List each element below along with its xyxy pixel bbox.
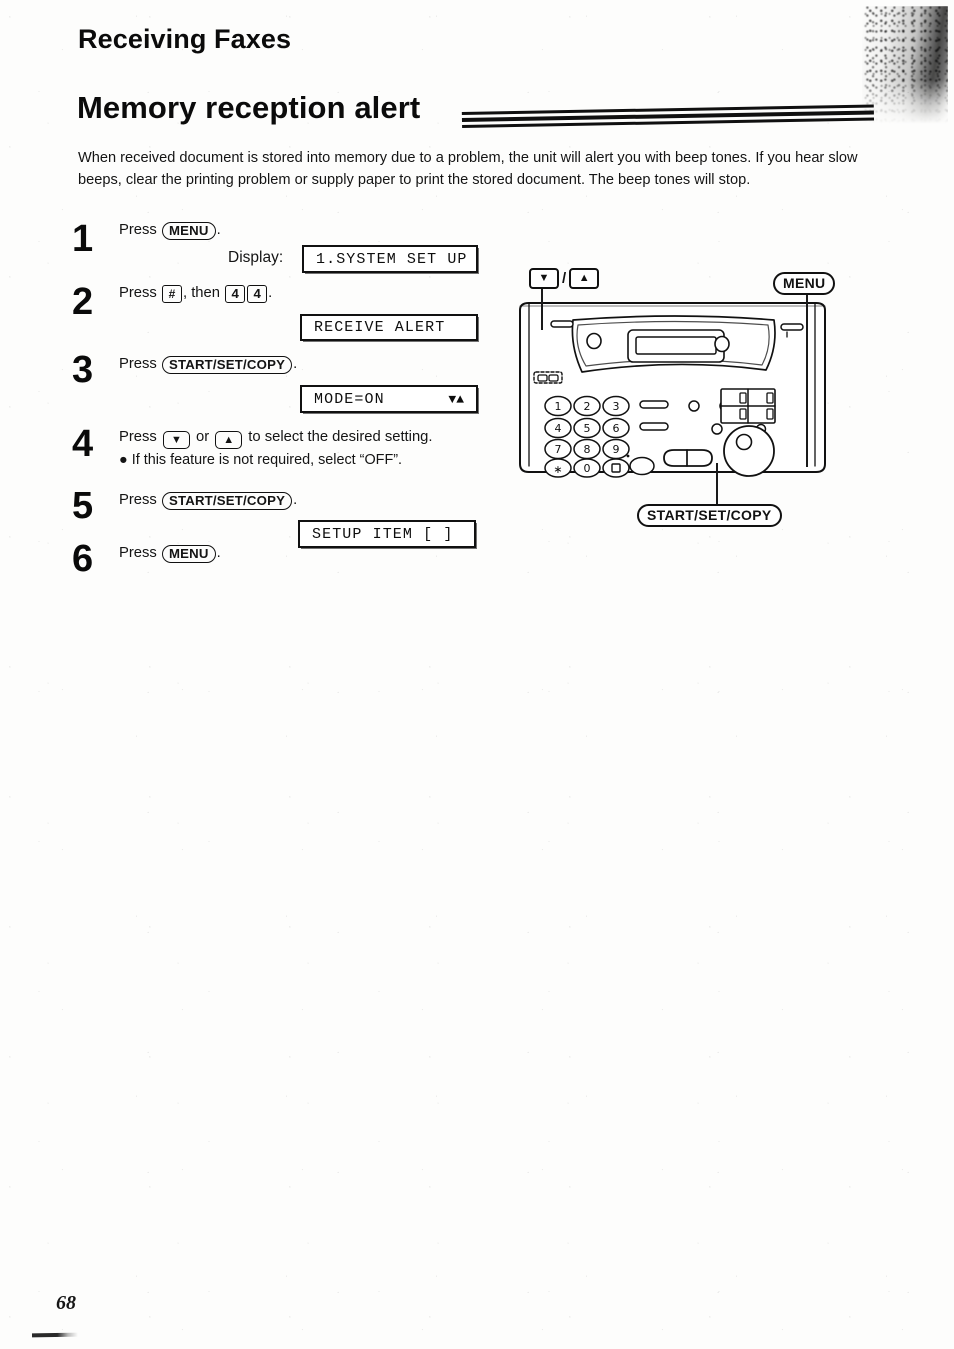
section-heading: Receiving Faxes	[78, 24, 292, 54]
svg-text:6: 6	[613, 422, 620, 435]
step-4-tail: to select the desired setting.	[248, 429, 433, 445]
lcd-display-3: MODE=ON ▼▲	[300, 385, 478, 413]
lcd-display-4-text: SETUP ITEM [ ]	[312, 525, 454, 543]
digit-key-4-first[interactable]: 4	[225, 285, 246, 303]
callout-menu[interactable]: MENU	[773, 272, 836, 295]
leader-line-start	[716, 463, 718, 505]
scan-speckle-texture	[0, 0, 954, 1349]
svg-text:5: 5	[584, 422, 591, 435]
step-number-4: 4	[72, 423, 93, 465]
svg-text:0: 0	[584, 462, 591, 475]
callout-updown-keys: ▼ / ▲	[529, 268, 600, 289]
arrow-down-key[interactable]: ▼	[162, 431, 190, 449]
step-4-press-word: Press	[119, 429, 157, 445]
step-3-press-word: Press	[119, 356, 157, 372]
title-rule	[461, 104, 875, 132]
step-2-then-word: then	[191, 285, 220, 301]
intro-paragraph: When received document is stored into me…	[78, 150, 858, 188]
display-label: Display:	[228, 249, 284, 266]
step-number-6: 6	[72, 538, 93, 580]
step-5-period: .	[293, 492, 298, 508]
step-text-5: Press START/SET/COPY.	[119, 490, 297, 510]
callout-start-set-copy[interactable]: START/SET/COPY	[637, 504, 782, 527]
step-5-press-word: Press	[119, 492, 157, 508]
step-6-period: .	[216, 545, 221, 561]
svg-text:8: 8	[584, 443, 591, 456]
svg-text:7: 7	[555, 443, 562, 456]
step-number-3: 3	[72, 349, 93, 391]
svg-text:3: 3	[613, 400, 620, 413]
bullet-dot-icon: ●	[119, 452, 128, 468]
leader-line-updown	[541, 287, 543, 330]
lcd-display-1-text: 1.SYSTEM SET UP	[316, 250, 468, 268]
svg-text:9: 9	[613, 443, 620, 456]
step-1-press-word: Press	[119, 222, 157, 238]
lcd-display-2: RECEIVE ALERT	[300, 314, 478, 341]
document-page: Receiving Faxes Memory reception alert W…	[0, 0, 954, 1349]
step-text-6: Press MENU.	[119, 543, 221, 563]
step-text-1: Press MENU.	[119, 220, 221, 240]
step-number-2: 2	[72, 281, 93, 323]
lcd-display-3-arrows: ▼▲	[448, 391, 464, 407]
svg-text:∗: ∗	[553, 463, 562, 476]
step-2-press-word: Press	[119, 285, 157, 301]
hash-key[interactable]: #	[161, 285, 182, 303]
step-number-1: 1	[72, 218, 93, 260]
arrow-up-icon[interactable]: ▲	[569, 268, 600, 289]
step-text-4: Press ▼ or ▲ to select the desired setti…	[119, 427, 433, 449]
step-4-or-word: or	[195, 429, 210, 445]
menu-key-1[interactable]: MENU	[161, 222, 216, 240]
leader-line-menu-vertical	[806, 293, 808, 337]
page-number: 68	[56, 1292, 76, 1314]
start-set-copy-key-3[interactable]: START/SET/COPY	[161, 356, 293, 374]
fax-machine-illustration: 1 2 3 4 5 6 7 8 9 ∗ 0	[516, 296, 836, 488]
lcd-display-4: SETUP ITEM [ ]	[298, 520, 476, 548]
step-1-period: .	[216, 222, 221, 238]
scan-smudge-artifact	[862, 6, 948, 124]
menu-key-6[interactable]: MENU	[161, 545, 216, 563]
svg-text:4: 4	[555, 422, 562, 435]
step-4-bullet-text: If this feature is not required, select …	[131, 452, 403, 468]
step-6-press-word: Press	[119, 545, 157, 561]
step-4-bullet-row: ● If this feature is not required, selec…	[119, 450, 402, 470]
step-number-5: 5	[72, 485, 93, 527]
arrow-up-key[interactable]: ▲	[215, 431, 243, 449]
lcd-display-1: 1.SYSTEM SET UP	[302, 245, 478, 273]
step-text-2: Press #, then 44.	[119, 285, 273, 303]
arrow-down-icon[interactable]: ▼	[529, 268, 559, 289]
svg-text:1: 1	[555, 400, 562, 413]
scan-smudge-grain	[862, 6, 948, 124]
leader-line-menu-extend	[806, 335, 808, 467]
digit-key-4-second[interactable]: 4	[247, 285, 268, 303]
svg-text:2: 2	[584, 400, 591, 413]
lcd-display-3-text: MODE=ON	[314, 390, 385, 408]
footer-scan-mark	[31, 1332, 79, 1338]
page-title: Memory reception alert	[77, 90, 421, 125]
start-set-copy-key-5[interactable]: START/SET/COPY	[161, 492, 293, 510]
step-text-3: Press START/SET/COPY.	[119, 354, 297, 374]
hash-key-label: #	[168, 287, 176, 301]
callout-updown-separator: /	[562, 270, 567, 287]
lcd-display-2-text: RECEIVE ALERT	[314, 319, 446, 336]
step-3-period: .	[293, 356, 298, 372]
